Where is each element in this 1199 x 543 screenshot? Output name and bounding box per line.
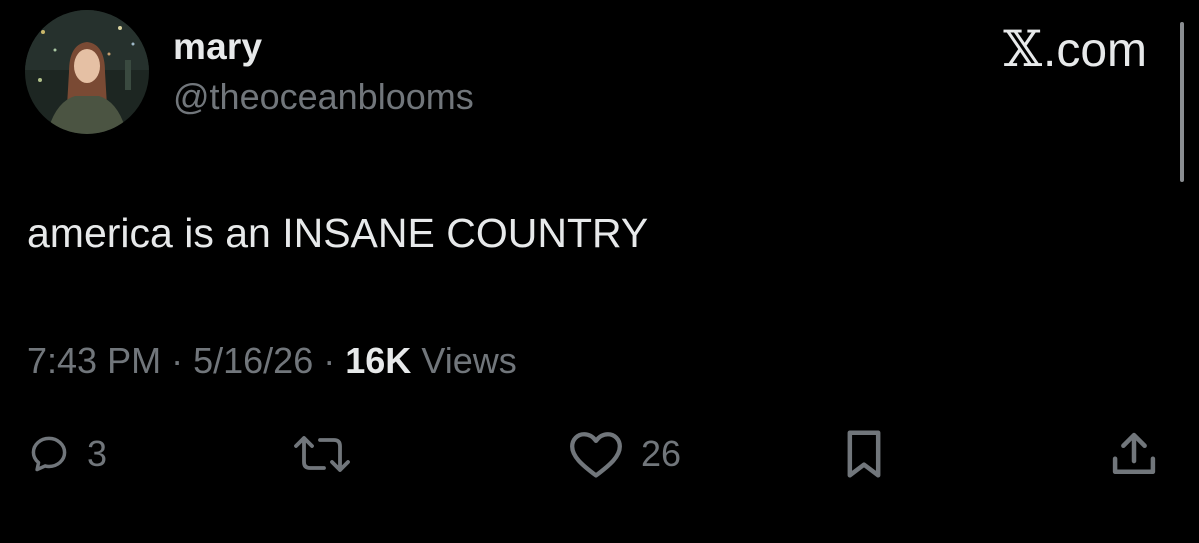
scrollbar[interactable]	[1180, 22, 1184, 182]
like-button[interactable]: 26	[567, 428, 681, 480]
views-label: Views	[421, 340, 517, 381]
user-handle[interactable]: @theoceanblooms	[173, 76, 474, 118]
display-name[interactable]: mary	[173, 26, 262, 68]
tweet-text: america is an INSANE COUNTRY	[27, 210, 649, 256]
reply-count: 3	[87, 433, 108, 474]
post-date[interactable]: 5/16/26	[193, 340, 313, 381]
post-time[interactable]: 7:43 PM	[27, 340, 161, 381]
brand-domain: .com	[1042, 24, 1147, 77]
avatar[interactable]	[25, 10, 149, 134]
x-logo-icon: 𝕏	[1003, 20, 1042, 78]
like-count: 26	[641, 433, 682, 474]
views-count: 16K	[345, 340, 412, 381]
share-icon	[1112, 432, 1156, 474]
avatar-photo	[25, 10, 149, 134]
reply-icon	[31, 436, 67, 472]
bookmark-icon	[847, 430, 881, 478]
reply-button[interactable]: 3	[27, 428, 107, 480]
meta-separator: ·	[323, 340, 336, 381]
bookmark-button[interactable]	[840, 428, 888, 480]
meta-separator: ·	[171, 340, 184, 381]
retweet-button[interactable]	[290, 428, 354, 480]
heart-icon	[570, 432, 622, 478]
retweet-icon	[294, 436, 350, 472]
share-button[interactable]	[1108, 428, 1160, 480]
tweet-meta: 7:43 PM · 5/16/26 · 16K Views	[27, 340, 517, 382]
brand-logo: 𝕏 .com	[1003, 20, 1147, 78]
